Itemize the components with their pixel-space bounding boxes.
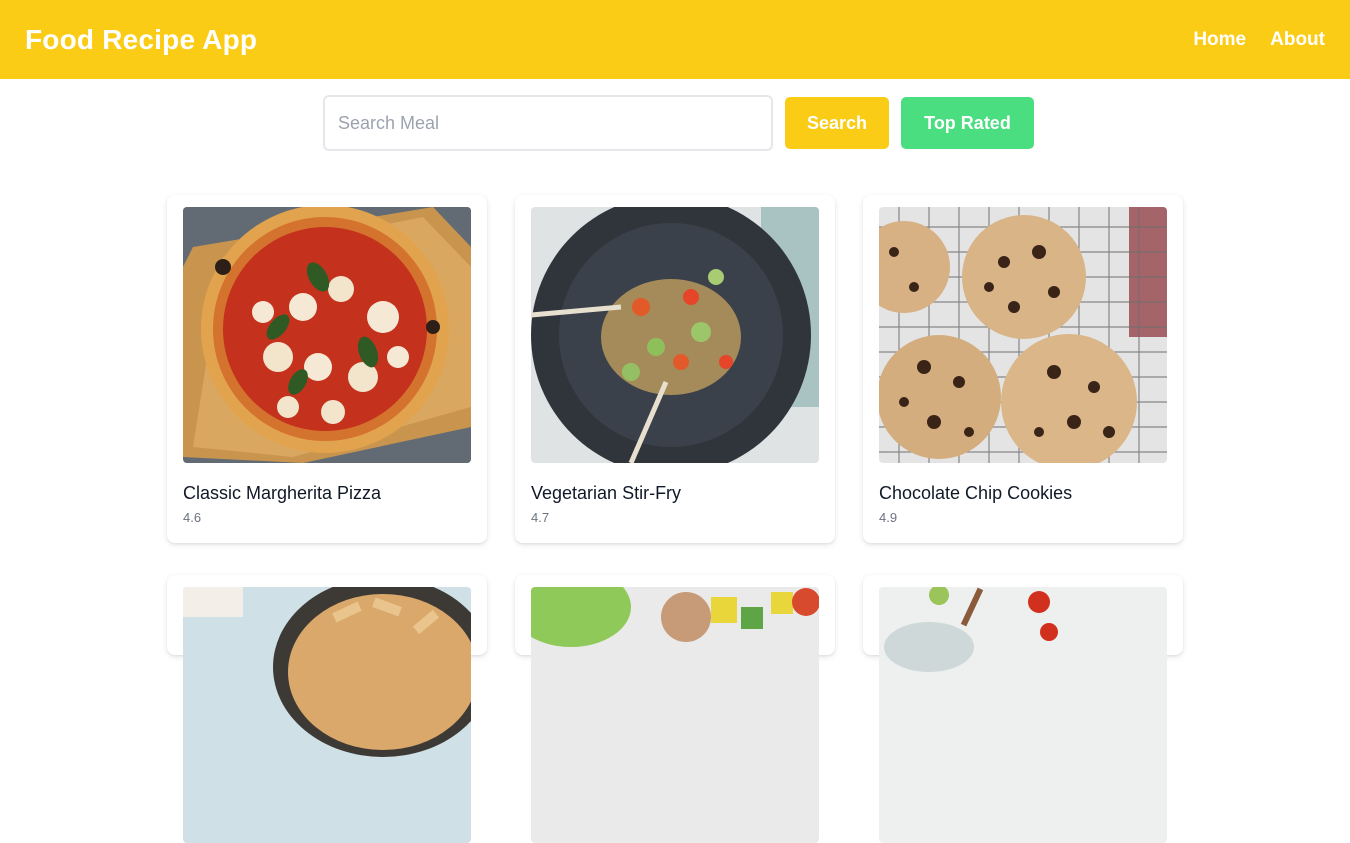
top-nav: Home About [1193,29,1325,51]
recipe-rating: 4.9 [879,510,898,525]
top-rated-button[interactable]: Top Rated [901,97,1034,149]
recipe-title: Vegetarian Stir-Fry [531,483,682,503]
recipe-card[interactable]: Chocolate Chip Cookies 4.9 [863,195,1183,543]
recipe-card[interactable]: Classic Margherita Pizza 4.6 [167,195,487,543]
search-input[interactable] [323,95,773,151]
recipe-title: Classic Margherita Pizza [183,483,382,503]
cookies-photo [879,207,1167,463]
sauce-photo [879,587,1167,843]
search-bar: Search Top Rated [323,95,1034,151]
salad-photo [531,587,819,843]
recipe-card[interactable]: Vegetarian Stir-Fry 4.7 [515,195,835,543]
nav-home-link[interactable]: Home [1193,29,1246,51]
nav-about-link[interactable]: About [1270,29,1325,51]
pizza-photo [183,207,471,463]
recipe-card[interactable] [167,575,487,843]
recipe-card[interactable] [515,575,835,843]
recipe-title: Chocolate Chip Cookies [879,483,1073,503]
recipe-rating: 4.6 [183,510,202,525]
recipe-rating: 4.7 [531,510,550,525]
recipe-card[interactable] [863,575,1183,843]
stir-fry-photo [531,207,819,463]
search-button[interactable]: Search [785,97,889,149]
app-header: Food Recipe App Home About [0,0,1350,79]
pasta-photo [183,587,471,843]
app-title: Food Recipe App [25,23,258,55]
